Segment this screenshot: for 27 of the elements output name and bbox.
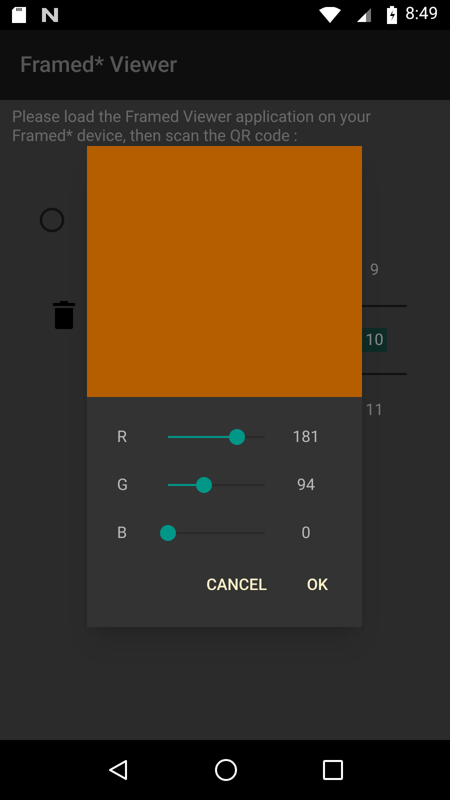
picker-number[interactable]: 11 [362,398,388,422]
notification-icon [42,8,58,22]
channel-label: B [116,522,128,544]
dialog-button[interactable]: OK [290,567,344,603]
app-title: Framed* Viewer [20,52,178,80]
slider-thumb[interactable] [196,477,212,493]
channel-value: 0 [300,522,312,544]
slider-thumb[interactable] [160,525,176,541]
channel-label: G [116,474,129,496]
recents-icon[interactable] [323,760,344,780]
channel-value: 94 [296,474,316,496]
clock: 8:49 [405,3,438,26]
battery-icon [387,6,398,24]
picker-number[interactable]: 10 [362,328,388,352]
channel-label: R [116,426,128,448]
trash-icon [53,301,75,329]
instructions-text: Please load the Framed Viewer application on your Framed* device, then scan the QR code : [12,107,372,145]
back-icon[interactable] [106,759,129,781]
radio-circle-icon [39,207,65,233]
channel-value: 181 [292,426,320,448]
picker-number[interactable]: 9 [366,258,383,282]
wifi-icon [319,7,342,23]
slider-thumb[interactable] [228,429,245,445]
dialog-button[interactable]: CANCEL [190,567,283,603]
sd-card-icon [12,7,26,23]
home-icon[interactable] [214,758,238,782]
signal-icon [357,8,372,22]
